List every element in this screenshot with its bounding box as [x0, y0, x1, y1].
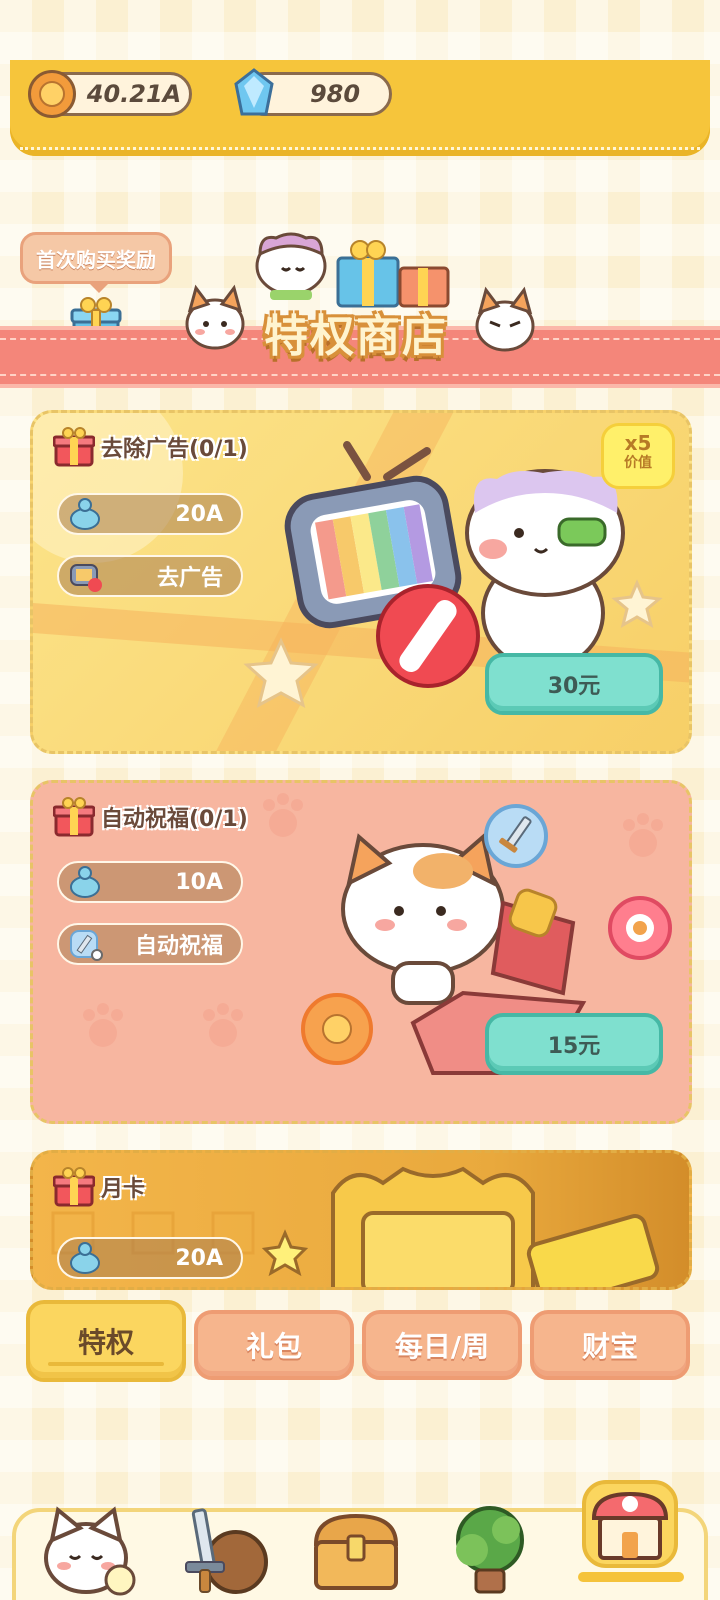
reward-amount: 10A [175, 869, 223, 895]
coin-bubble-icon [301, 993, 373, 1065]
first-purchase-reward-tag[interactable]: 首次购买奖励 [20, 232, 172, 293]
card-title: 去除广告(0/1) [53, 427, 248, 467]
sword-bubble-icon [484, 804, 548, 868]
auto-sword-icon [70, 930, 103, 961]
card-title: 自动祝福(0/1) [53, 797, 248, 837]
currency-bar: 40.21A 980 [10, 60, 710, 156]
perk-label: 去广告 [156, 566, 223, 591]
heart-bubble-icon [608, 896, 672, 960]
coin-icon [28, 70, 76, 118]
gift-stack-icon [336, 240, 450, 308]
tab-daily-weekly[interactable]: 每日/周 [362, 1310, 522, 1380]
value-badge: x5 价值 [601, 423, 675, 489]
gem-icon [234, 68, 274, 116]
remove-ads-card[interactable]: x5 价值 去除广告(0/1) 20A 去广告 30元 [30, 410, 692, 754]
shop-icon[interactable] [580, 1478, 680, 1578]
reward-amount-pill: 20A [57, 493, 243, 535]
card-title: 月卡 [53, 1167, 145, 1207]
cat-mascot-center-icon [255, 232, 327, 300]
perk-pill: 去广告 [57, 555, 243, 597]
buy-auto-blessing-button[interactable]: 15元 [485, 1013, 663, 1075]
red-gift-icon [53, 1167, 95, 1207]
tab-treasure[interactable]: 财宝 [530, 1310, 690, 1380]
red-gift-icon [53, 427, 95, 467]
reward-amount-pill: 10A [57, 861, 243, 903]
cat-home-icon[interactable] [40, 1500, 140, 1600]
reward-amount: 20A [175, 501, 223, 527]
value-label: 价值 [624, 455, 652, 471]
red-gift-icon [53, 797, 95, 837]
shop-title: 特权商店 [264, 311, 448, 362]
tab-gift-pack[interactable]: 礼包 [194, 1310, 354, 1380]
cat-mascot-right-icon [475, 286, 535, 352]
treasure-chest-icon[interactable] [306, 1500, 406, 1600]
card-title-text: 去除广告(0/1) [101, 437, 248, 462]
money-bag-icon [70, 1242, 100, 1274]
reward-amount-pill: 20A [57, 1237, 243, 1279]
perk-label: 自动祝福 [134, 934, 223, 959]
tab-privilege[interactable]: 特权 [26, 1300, 186, 1382]
buy-remove-ads-button[interactable]: 30元 [485, 653, 663, 715]
monthly-card[interactable]: 月卡 20A [30, 1150, 692, 1290]
nav-selected-indicator [578, 1572, 684, 1582]
card-title-text: 自动祝福(0/1) [101, 807, 248, 832]
card-title-text: 月卡 [101, 1177, 146, 1202]
reward-amount: 20A [175, 1245, 223, 1271]
perk-pill: 自动祝福 [57, 923, 243, 965]
money-bag-icon [70, 498, 100, 530]
value-multiplier: x5 [624, 431, 652, 455]
sword-shield-icon[interactable] [172, 1500, 272, 1600]
money-bag-icon [70, 866, 100, 898]
no-ads-tv-icon [70, 564, 102, 592]
tree-icon[interactable] [440, 1500, 540, 1600]
auto-blessing-card[interactable]: 自动祝福(0/1) 10A 自动祝福 15元 [30, 780, 692, 1124]
